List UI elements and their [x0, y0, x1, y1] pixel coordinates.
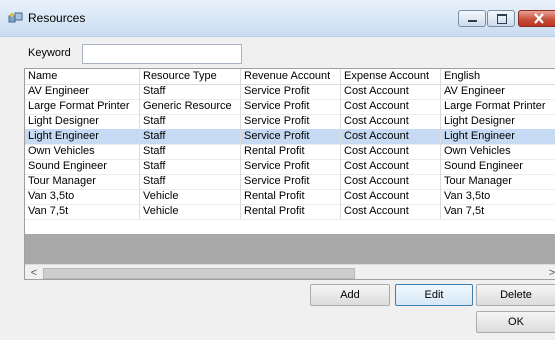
table-row[interactable]: Van 7,5t Vehicle Rental Profit Cost Account…	[25, 204, 555, 220]
table-cell: Cost Account	[341, 129, 441, 144]
table-cell: Cost Account	[341, 189, 441, 204]
table-cell: Cost Account	[341, 114, 441, 129]
table-cell: Staff	[140, 174, 241, 189]
table-cell: Rental Profit	[241, 204, 341, 219]
title-bar[interactable]: Resources	[0, 0, 555, 37]
table-cell: Tour Manager	[25, 174, 140, 189]
scroll-right-icon[interactable]: >	[545, 266, 555, 279]
table-cell: Service Profit	[241, 174, 341, 189]
horizontal-scrollbar[interactable]: < >	[25, 264, 555, 279]
close-button[interactable]	[518, 10, 555, 27]
table-cell: Staff	[140, 84, 241, 99]
table-cell: Service Profit	[241, 159, 341, 174]
scroll-left-icon[interactable]: <	[27, 266, 41, 279]
table-row[interactable]: AV Engineer Staff Service Profit Cost Accou…	[25, 84, 555, 100]
table-cell: Van 7,5t	[25, 204, 140, 219]
resources-window: Resources Keyword Name Resource Type Rev…	[0, 0, 555, 340]
table-cell: Sound Engineer	[25, 159, 140, 174]
minimize-icon	[468, 20, 477, 22]
column-header-english[interactable]: English	[441, 69, 555, 84]
table-cell: Own Vehicles	[441, 144, 555, 159]
table-cell: Van 7,5t	[441, 204, 555, 219]
keyword-label: Keyword	[28, 47, 71, 59]
resources-icon	[8, 12, 23, 23]
table-cell: Cost Account	[341, 174, 441, 189]
column-header-revenue-account[interactable]: Revenue Account	[241, 69, 341, 84]
table-cell: AV Engineer	[25, 84, 140, 99]
table-cell: Large Format Printer	[25, 99, 140, 114]
table-cell: Rental Profit	[241, 189, 341, 204]
table-cell: Staff	[140, 159, 241, 174]
delete-button[interactable]: Delete	[476, 284, 555, 306]
table-cell: Light Designer	[25, 114, 140, 129]
table-cell: Van 3,5to	[25, 189, 140, 204]
table-row[interactable]: Light Engineer Staff Service Profit Cost Ac…	[25, 129, 555, 145]
table-cell: Own Vehicles	[25, 144, 140, 159]
table-row[interactable]: Tour Manager Staff Service Profit Cost Acco…	[25, 174, 555, 190]
table-cell: Cost Account	[341, 84, 441, 99]
minimize-button[interactable]	[458, 10, 486, 27]
close-icon	[534, 13, 544, 24]
window-title: Resources	[28, 11, 86, 25]
keyword-input[interactable]	[82, 44, 242, 64]
table-row[interactable]: Own Vehicles Staff Rental Profit Cost Accou…	[25, 144, 555, 160]
table-cell: Van 3,5to	[441, 189, 555, 204]
maximize-icon	[497, 14, 507, 24]
table-cell: Service Profit	[241, 129, 341, 144]
table-cell: Service Profit	[241, 84, 341, 99]
table-header: Name Resource Type Revenue Account Expen…	[25, 69, 555, 85]
table-cell: Cost Account	[341, 204, 441, 219]
table-cell: Light Engineer	[25, 129, 140, 144]
table-row[interactable]: Large Format Printer Generic Resource Serv…	[25, 99, 555, 115]
table-cell: Sound Engineer	[441, 159, 555, 174]
table-row[interactable]: Van 3,5to Vehicle Rental Profit Cost Accoun…	[25, 189, 555, 205]
table-cell: Light Designer	[441, 114, 555, 129]
column-header-name[interactable]: Name	[25, 69, 140, 84]
table-row[interactable]: Light Designer Staff Service Profit Cost Ac…	[25, 114, 555, 130]
table-cell: Light Engineer	[441, 129, 555, 144]
table-cell: Staff	[140, 144, 241, 159]
table-cell: Large Format Printer	[441, 99, 555, 114]
column-header-resource-type[interactable]: Resource Type	[140, 69, 241, 84]
table-cell: Rental Profit	[241, 144, 341, 159]
maximize-button[interactable]	[487, 10, 515, 27]
resources-table[interactable]: Name Resource Type Revenue Account Expen…	[24, 68, 555, 280]
table-row[interactable]: Sound Engineer Staff Service Profit Cost Ac…	[25, 159, 555, 175]
table-cell: Cost Account	[341, 144, 441, 159]
scrollbar-thumb[interactable]	[43, 268, 355, 279]
table-empty-area	[25, 234, 555, 264]
table-cell: Staff	[140, 129, 241, 144]
add-button[interactable]: Add	[310, 284, 390, 306]
table-cell: Staff	[140, 114, 241, 129]
table-cell: Cost Account	[341, 159, 441, 174]
table-cell: Service Profit	[241, 114, 341, 129]
table-cell: Generic Resource	[140, 99, 241, 114]
table-cell: AV Engineer	[441, 84, 555, 99]
table-cell: Vehicle	[140, 204, 241, 219]
ok-button[interactable]: OK	[476, 311, 555, 333]
table-cell: Service Profit	[241, 99, 341, 114]
edit-button[interactable]: Edit	[395, 284, 473, 306]
column-header-expense-account[interactable]: Expense Account	[341, 69, 441, 84]
table-cell: Tour Manager	[441, 174, 555, 189]
table-cell: Vehicle	[140, 189, 241, 204]
table-cell: Cost Account	[341, 99, 441, 114]
